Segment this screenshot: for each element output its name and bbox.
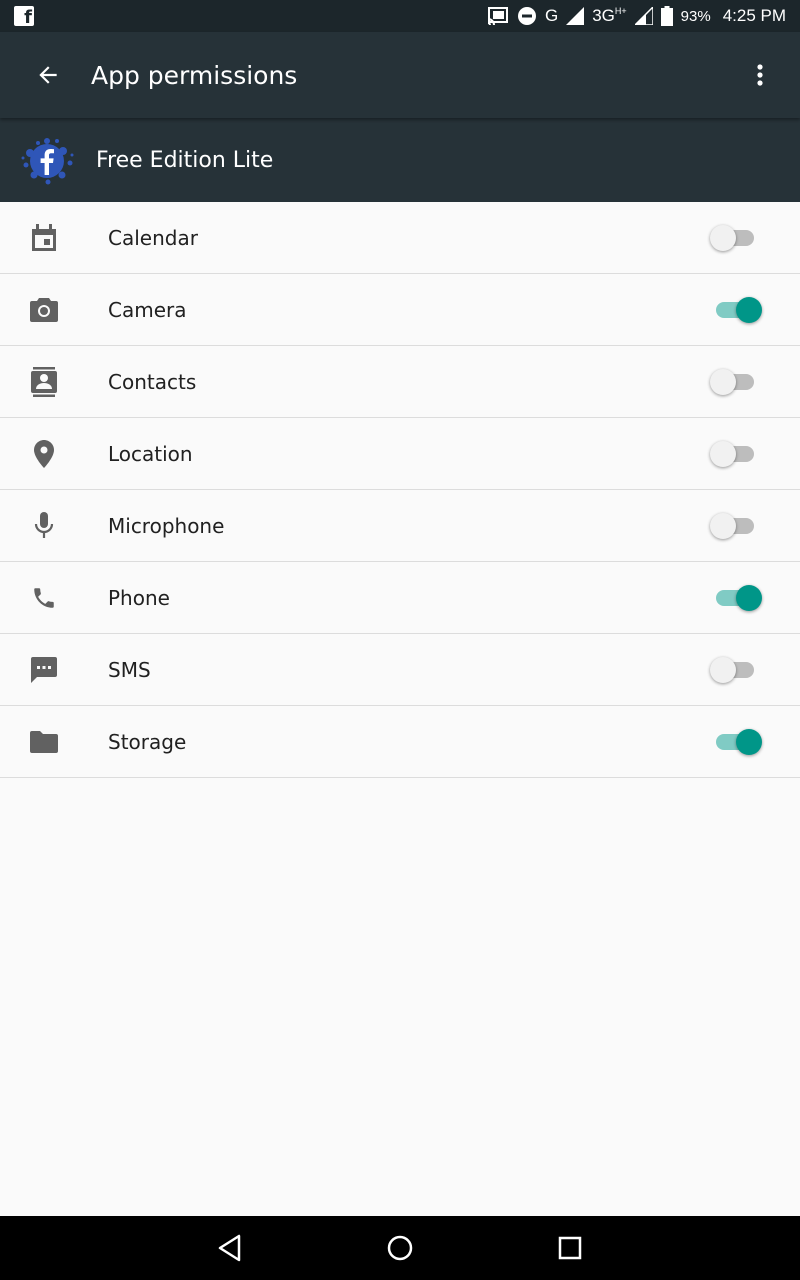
signal-icon: [566, 7, 585, 25]
network-hplus-label: H+: [614, 6, 627, 16]
permission-label: Contacts: [108, 369, 197, 394]
overflow-menu-button[interactable]: [736, 51, 784, 99]
permission-label: Phone: [108, 585, 170, 610]
nav-recents-button[interactable]: [485, 1216, 655, 1280]
permission-row-calendar[interactable]: Calendar: [0, 202, 800, 274]
location-pin-icon: [29, 439, 59, 469]
arrow-back-icon: [39, 66, 57, 84]
nav-home-icon: [387, 1235, 413, 1261]
permission-row-location[interactable]: Location: [0, 418, 800, 490]
facebook-icon: f: [14, 6, 34, 28]
toggle-thumb: [736, 728, 762, 755]
nav-recents-icon: [558, 1236, 582, 1260]
permission-row-storage[interactable]: Storage: [0, 706, 800, 778]
folder-icon: [29, 727, 59, 757]
permission-row-microphone[interactable]: Microphone: [0, 490, 800, 562]
cast-icon: [487, 7, 509, 25]
permission-label: Camera: [108, 297, 187, 322]
nav-back-button[interactable]: [145, 1216, 315, 1280]
permission-toggle[interactable]: [708, 722, 764, 762]
permission-toggle[interactable]: [708, 578, 764, 618]
toggle-thumb: [710, 512, 736, 539]
permission-label: Microphone: [108, 513, 225, 538]
navigation-bar: [0, 1216, 800, 1280]
toggle-thumb: [710, 656, 736, 683]
page-title: App permissions: [91, 60, 298, 90]
nav-back-icon: [218, 1234, 241, 1262]
permission-list: Calendar Camera Contacts Location Microp…: [0, 202, 800, 778]
toggle-thumb: [736, 584, 762, 611]
permission-label: Calendar: [108, 225, 198, 250]
toggle-thumb: [736, 296, 762, 323]
permission-label: SMS: [108, 657, 151, 682]
status-bar: f G 3G H+ 93% 4:25 PM: [0, 0, 800, 32]
more-vert-icon: [757, 64, 763, 86]
back-button[interactable]: [24, 51, 72, 99]
permission-label: Storage: [108, 729, 187, 754]
permission-row-contacts[interactable]: Contacts: [0, 346, 800, 418]
permission-toggle[interactable]: [708, 506, 764, 546]
clock: 4:25 PM: [722, 6, 786, 25]
camera-icon: [29, 295, 59, 325]
app-bar: App permissions: [0, 32, 800, 118]
sms-icon: [29, 655, 59, 685]
toggle-thumb: [710, 440, 736, 467]
app-name: Free Edition Lite: [96, 147, 274, 173]
permission-toggle[interactable]: [708, 218, 764, 258]
phone-icon: [29, 583, 59, 613]
contacts-icon: [29, 366, 59, 397]
facebook-splash-icon: [21, 138, 74, 185]
permission-toggle[interactable]: [708, 434, 764, 474]
battery-icon: [660, 6, 673, 26]
network-g-label: G: [544, 6, 559, 25]
battery-percent: 93%: [680, 7, 711, 25]
calendar-icon: [29, 223, 59, 253]
toggle-thumb: [710, 368, 736, 395]
network-3g-label: 3G: [592, 6, 615, 25]
nav-home-button[interactable]: [315, 1216, 485, 1280]
permission-row-camera[interactable]: Camera: [0, 274, 800, 346]
permission-row-phone[interactable]: Phone: [0, 562, 800, 634]
permission-toggle[interactable]: [708, 362, 764, 402]
microphone-icon: [29, 511, 59, 541]
permission-label: Location: [108, 441, 193, 466]
permission-row-sms[interactable]: SMS: [0, 634, 800, 706]
app-header: Free Edition Lite: [0, 118, 800, 202]
permission-toggle[interactable]: [708, 290, 764, 330]
do-not-disturb-icon: [517, 6, 537, 26]
signal-2-icon: [634, 7, 653, 25]
toggle-thumb: [710, 224, 736, 251]
permission-toggle[interactable]: [708, 650, 764, 690]
